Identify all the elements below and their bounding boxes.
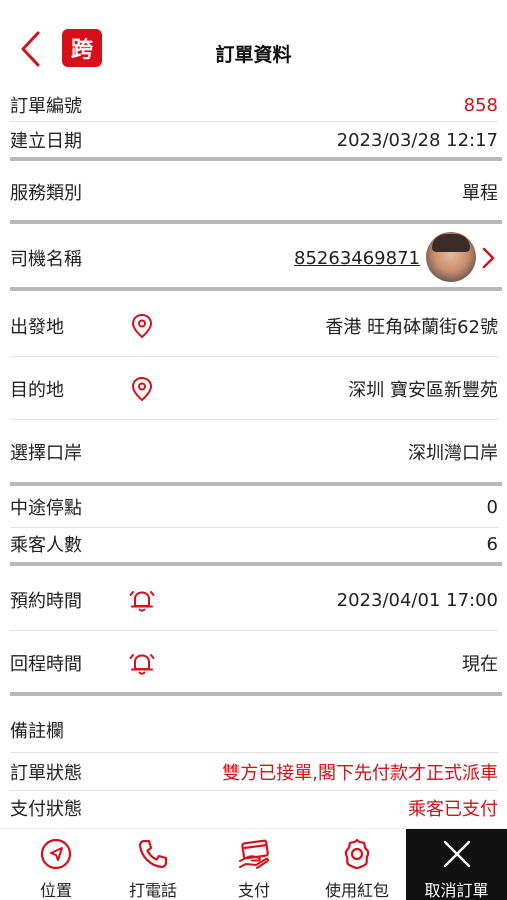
call-button-label: 打電話 <box>128 881 177 900</box>
port-label: 選擇口岸 <box>10 443 82 464</box>
destination-label: 目的地 <box>10 380 64 401</box>
divider <box>10 121 498 122</box>
booking-time-label: 預約時間 <box>10 591 82 612</box>
header: 跨 訂單資料 <box>0 0 507 90</box>
departure-row: 出發地 香港 旺角砵蘭街62號 <box>10 308 498 344</box>
map-pin-icon[interactable] <box>128 312 156 340</box>
alarm-bell-icon[interactable] <box>128 586 156 614</box>
departure-label: 出發地 <box>10 317 64 338</box>
service-type-row: 服務類別 單程 <box>10 174 498 210</box>
port-row: 選擇口岸 深圳灣口岸 <box>10 434 498 470</box>
stops-label: 中途停點 <box>10 498 82 519</box>
section-divider <box>10 562 502 566</box>
order-number-label: 訂單編號 <box>10 96 82 117</box>
driver-row: 司機名稱 85263469871 <box>10 240 420 276</box>
divider <box>10 630 498 631</box>
stops-row: 中途停點 0 <box>10 491 498 523</box>
red-packet-button-label: 使用紅包 <box>324 881 389 900</box>
payment-status-label: 支付狀態 <box>10 799 82 820</box>
alarm-bell-icon[interactable] <box>128 649 156 677</box>
navigation-icon <box>40 838 72 870</box>
departure-value: 香港 旺角砵蘭街62號 <box>325 317 498 338</box>
call-button[interactable]: 打電話 <box>112 829 194 900</box>
return-time-row: 回程時間 現在 <box>10 645 498 681</box>
divider <box>10 356 498 357</box>
driver-label: 司機名稱 <box>10 249 82 270</box>
section-divider <box>10 482 502 486</box>
order-status-label: 訂單狀態 <box>10 763 82 784</box>
section-divider <box>10 220 502 224</box>
order-status-row: 訂單狀態 雙方已接單,閣下先付款才正式派車 <box>10 755 498 789</box>
service-type-label: 服務類別 <box>10 183 82 204</box>
payment-icon <box>239 839 269 869</box>
created-date-label: 建立日期 <box>10 131 82 152</box>
port-value: 深圳灣口岸 <box>408 443 498 464</box>
page-title: 訂單資料 <box>215 44 292 66</box>
remarks-row: 備註欄 <box>10 714 498 746</box>
location-button[interactable]: 位置 <box>18 829 94 900</box>
avatar[interactable] <box>426 232 476 282</box>
cancel-order-button-label: 取消訂單 <box>424 881 489 900</box>
created-date-row: 建立日期 2023/03/28 12:17 <box>10 124 498 156</box>
destination-row: 目的地 深圳 寶安區新豐苑 <box>10 371 498 407</box>
phone-icon <box>138 839 168 869</box>
passengers-value: 6 <box>486 533 498 555</box>
destination-value: 深圳 寶安區新豐苑 <box>348 380 498 401</box>
booking-time-row: 預約時間 2023/04/01 17:00 <box>10 582 498 618</box>
divider <box>10 752 498 753</box>
remarks-label: 備註欄 <box>10 721 64 742</box>
created-date-value: 2023/03/28 12:17 <box>336 129 498 151</box>
divider <box>10 419 498 420</box>
section-divider <box>10 157 502 161</box>
pay-button-label: 支付 <box>237 881 270 900</box>
location-button-label: 位置 <box>39 881 72 900</box>
return-time-value: 現在 <box>462 654 498 675</box>
order-number-value: 858 <box>463 94 498 116</box>
booking-time-value: 2023/04/01 17:00 <box>336 589 498 611</box>
return-time-label: 回程時間 <box>10 654 82 675</box>
close-icon <box>443 840 470 868</box>
stops-value: 0 <box>486 496 498 518</box>
bottom-action-bar: 位置 打電話 支付 使用紅包 取消訂單 <box>0 828 507 900</box>
payment-status-row: 支付狀態 乘客已支付 <box>10 791 498 825</box>
red-packet-button[interactable]: 使用紅包 <box>312 829 402 900</box>
section-divider <box>10 692 502 696</box>
order-number-row: 訂單編號 858 <box>10 90 498 120</box>
section-divider <box>10 287 502 291</box>
pay-button[interactable]: 支付 <box>216 829 292 900</box>
service-type-value: 單程 <box>462 183 498 204</box>
order-status-value: 雙方已接單,閣下先付款才正式派車 <box>222 763 498 784</box>
driver-phone-link[interactable]: 85263469871 <box>294 248 420 269</box>
payment-status-value: 乘客已支付 <box>408 799 498 820</box>
map-pin-icon[interactable] <box>128 375 156 403</box>
chevron-right-icon[interactable] <box>480 246 496 270</box>
passengers-row: 乘客人數 6 <box>10 528 498 560</box>
cancel-order-button[interactable]: 取消訂單 <box>406 829 507 900</box>
gift-icon <box>344 838 370 870</box>
passengers-label: 乘客人數 <box>10 535 82 556</box>
